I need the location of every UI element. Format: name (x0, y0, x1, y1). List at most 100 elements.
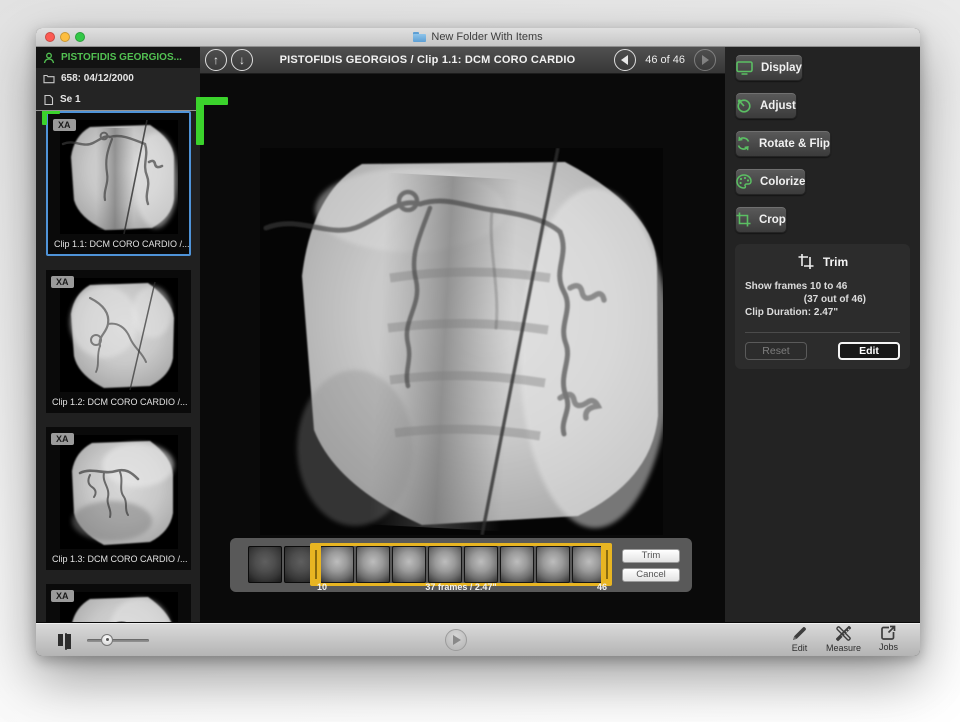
pencil-icon (791, 625, 808, 642)
jobs-tool-button[interactable]: Jobs (879, 625, 898, 653)
thumbnail-clip-1-4[interactable]: XA (46, 584, 191, 622)
sidebar-item-series[interactable]: Se 1 (36, 89, 200, 110)
edit-tool-label: Edit (792, 643, 808, 653)
prev-series-button[interactable]: ↑ (205, 49, 227, 71)
thumbnail-clip-1-2[interactable]: XA Clip 1.2: DCM (46, 270, 191, 413)
left-arrow-icon (621, 55, 628, 65)
active-corner-bracket-icon (42, 111, 60, 125)
titlebar: New Folder With Items (36, 28, 920, 47)
window-title-wrap: New Folder With Items (36, 31, 920, 43)
series-label: Se 1 (60, 94, 81, 105)
study-label: 658: 04/12/2000 (61, 73, 134, 84)
trim-divider (745, 332, 900, 333)
crop-icon (736, 212, 751, 227)
adjust-label: Adjust (760, 100, 796, 112)
crop-button[interactable]: Crop (735, 206, 787, 233)
sidebar: PISTOFIDIS GEORGIOS... 658: 04/12/2000 S… (36, 47, 200, 622)
thumbnail-image (60, 120, 178, 234)
app-window: New Folder With Items PISTOFIDIS GEORGIO… (36, 28, 920, 656)
thumbnail-label: Clip 1.2: DCM CORO CARDIO /... (46, 392, 191, 409)
viewer-title: PISTOFIDIS GEORGIOS / Clip 1.1: DCM CORO… (260, 54, 595, 66)
measure-tool-button[interactable]: Measure (826, 625, 861, 653)
active-viewport-bracket-icon (196, 97, 228, 145)
trim-edit-button[interactable]: Edit (838, 342, 900, 360)
study-folder-icon (43, 73, 55, 84)
thumbnail-image (60, 592, 178, 622)
series-document-icon (43, 94, 54, 106)
trim-icon (797, 253, 815, 270)
adjust-button[interactable]: Adjust (735, 92, 797, 119)
sidebar-toggle-icon (65, 633, 67, 650)
frame-position: 46 of 46 (645, 54, 685, 66)
thumbnail-image (60, 278, 178, 392)
thumbnail-label: Clip 1.3: DCM CORO CARDIO /... (46, 549, 191, 566)
trim-panel: Trim Show frames 10 to 46 (37 out of 46)… (735, 244, 910, 369)
modality-badge: XA (51, 590, 74, 602)
display-icon (736, 61, 753, 75)
sidebar-item-patient[interactable]: PISTOFIDIS GEORGIOS... (36, 47, 200, 68)
trim-clip-duration: Clip Duration: 2.47" (745, 306, 900, 319)
sidebar-toggle-button[interactable] (58, 634, 74, 646)
timeline-frame (320, 546, 354, 583)
edit-tool-button[interactable]: Edit (791, 625, 808, 653)
thumbnail-list: XA (36, 111, 200, 622)
folder-icon (413, 32, 426, 42)
right-arrow-icon (702, 55, 709, 65)
viewer: ↑ ↓ PISTOFIDIS GEORGIOS / Clip 1.1: DCM … (200, 47, 725, 622)
person-icon (43, 52, 55, 64)
display-label: Display (761, 62, 802, 74)
trim-frames-summary: 37 frames / 2.47" (330, 582, 592, 592)
timeline-frame (500, 546, 534, 583)
zoom-slider-track[interactable] (87, 639, 149, 642)
trim-frames-count: (37 out of 46) (745, 293, 900, 306)
thumbnail-label: Clip 1.1: DCM CORO CARDIO /... (48, 234, 189, 251)
trim-confirm-button[interactable]: Trim (622, 549, 680, 563)
zoom-slider-knob[interactable] (101, 634, 113, 646)
window-title: New Folder With Items (431, 31, 542, 43)
tools-panel: Display Adjust Rotate & Flip (725, 47, 920, 622)
timeline-frame (464, 546, 498, 583)
trim-end-handle[interactable] (601, 543, 612, 586)
rotate-flip-button[interactable]: Rotate & Flip (735, 130, 831, 157)
modality-badge: XA (51, 433, 74, 445)
modality-badge: XA (51, 276, 74, 288)
play-icon (453, 635, 461, 645)
main-area: PISTOFIDIS GEORGIOS... 658: 04/12/2000 S… (36, 47, 920, 622)
timeline-frame (248, 546, 282, 583)
colorize-icon (736, 174, 752, 189)
play-button[interactable] (445, 629, 467, 651)
trim-reset-button[interactable]: Reset (745, 342, 807, 360)
next-frame-button[interactable] (694, 49, 716, 71)
adjust-icon (736, 98, 752, 113)
bottom-toolbar: Edit Measure Jo (36, 622, 920, 656)
display-button[interactable]: Display (735, 54, 803, 81)
trim-panel-title: Trim (823, 255, 848, 269)
timeline-frame (392, 546, 426, 583)
trim-timeline: 10 37 frames / 2.47" 46 Trim Cancel (230, 538, 692, 592)
sidebar-item-study[interactable]: 658: 04/12/2000 (36, 68, 200, 89)
colorize-label: Colorize (760, 176, 805, 188)
jobs-tool-label: Jobs (879, 642, 898, 652)
rotate-flip-icon (736, 136, 751, 151)
trim-end-frame: 46 (590, 582, 614, 592)
timeline-frame (536, 546, 570, 583)
thumbnail-clip-1-3[interactable]: XA Clip 1.3: DCM CORO CARDIO / (46, 427, 191, 570)
measure-icon (834, 625, 853, 642)
main-image-canvas[interactable] (260, 148, 663, 535)
trim-start-handle[interactable] (310, 543, 321, 586)
previous-frame-button[interactable] (614, 49, 636, 71)
thumbnail-image (60, 435, 178, 549)
jobs-export-icon (880, 625, 896, 641)
colorize-button[interactable]: Colorize (735, 168, 806, 195)
zoom-slider[interactable] (87, 633, 149, 647)
thumbnail-clip-1-1[interactable]: XA (46, 111, 191, 256)
trim-cancel-button[interactable]: Cancel (622, 568, 680, 582)
timeline-frame (428, 546, 462, 583)
next-series-button[interactable]: ↓ (231, 49, 253, 71)
crop-label: Crop (759, 214, 786, 226)
rotate-flip-label: Rotate & Flip (759, 138, 830, 150)
timeline-frame (356, 546, 390, 583)
viewer-toolbar: ↑ ↓ PISTOFIDIS GEORGIOS / Clip 1.1: DCM … (200, 47, 725, 74)
trim-frames-range: Show frames 10 to 46 (745, 280, 900, 293)
measure-tool-label: Measure (826, 643, 861, 653)
